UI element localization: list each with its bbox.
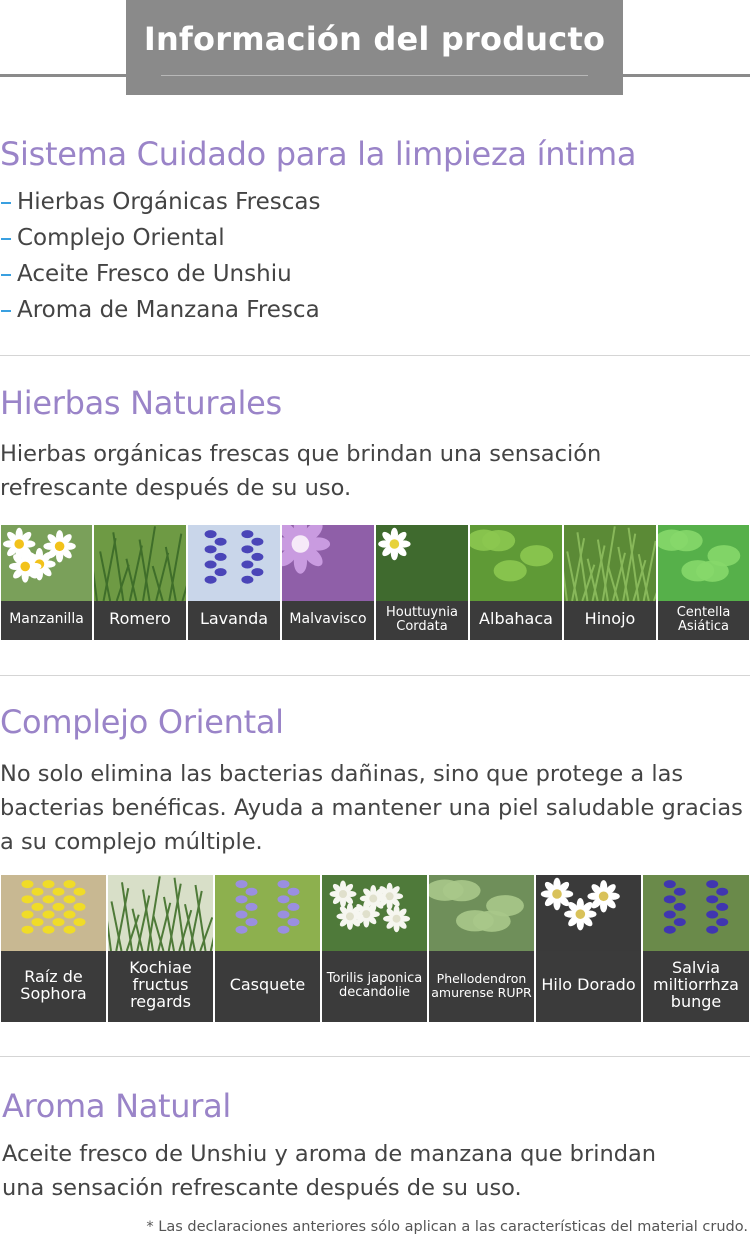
herbs-description: Hierbas orgánicas frescas que brindan un… xyxy=(0,441,602,501)
ingredient-card: Malvavisco xyxy=(281,524,375,641)
aroma-description: Aceite fresco de Unshiu y aroma de manza… xyxy=(2,1141,657,1201)
ingredient-label: Kochiae fructus regards xyxy=(129,958,192,1011)
ingredient-label: Phellodendron amurense RUPR xyxy=(431,971,532,1000)
ingredient-card: Albahaca xyxy=(469,524,563,641)
mallow-flower-icon xyxy=(282,525,374,601)
ingredient-label: Houttuynia Cordata xyxy=(386,604,458,634)
basil-leaves-icon xyxy=(470,525,562,601)
list-item: Aceite Fresco de Unshiu xyxy=(0,256,321,292)
list-item-label: Hierbas Orgánicas Frescas xyxy=(17,189,321,215)
lavender-flower-icon xyxy=(188,525,280,601)
fennel-plant-icon xyxy=(564,525,656,601)
system-title: Sistema Cuidado para la limpieza íntima xyxy=(0,135,637,173)
rosemary-plant-icon xyxy=(94,525,186,601)
ingredient-label: Centella Asiática xyxy=(676,604,731,634)
oriental-grid: Raíz de Sophora Kochiae fructus regards Ca… xyxy=(0,874,750,1023)
list-item: Complejo Oriental xyxy=(0,220,321,256)
ingredient-card: Raíz de Sophora xyxy=(0,874,107,1023)
ingredient-label: Lavanda xyxy=(199,609,269,629)
footnote: * Las declaraciones anteriores sólo apli… xyxy=(146,1219,748,1235)
skullcap-flower-icon xyxy=(215,875,320,951)
ingredient-card: Lavanda xyxy=(187,524,281,641)
header-banner: Información del producto xyxy=(126,0,623,95)
golden-thread-flower-icon xyxy=(536,875,641,951)
sophora-flower-icon xyxy=(1,875,106,951)
ingredient-label: Romero xyxy=(109,609,171,629)
ingredient-label: Manzanilla xyxy=(9,611,84,628)
ingredient-label: Torilis japonica decandolie xyxy=(326,970,423,1000)
ingredient-label: Salvia miltiorrhza bunge xyxy=(653,958,739,1011)
ingredient-card: Manzanilla xyxy=(0,524,93,641)
torilis-flower-icon xyxy=(322,875,427,951)
section-divider xyxy=(0,355,750,356)
phellodendron-branch-icon xyxy=(429,875,534,951)
aroma-title: Aroma Natural xyxy=(2,1087,232,1125)
list-item-label: Aroma de Manzana Fresca xyxy=(17,297,320,323)
centella-leaves-icon xyxy=(658,525,749,601)
ingredient-card: Romero xyxy=(93,524,187,641)
salvia-flower-icon xyxy=(643,875,749,951)
ingredient-label: Casquete xyxy=(229,975,306,995)
feature-list: Hierbas Orgánicas Frescas Complejo Orien… xyxy=(0,184,321,328)
ingredient-card: Kochiae fructus regards xyxy=(107,874,214,1023)
dash-icon xyxy=(1,273,11,276)
herbs-title: Hierbas Naturales xyxy=(0,384,282,422)
ingredient-label: Malvavisco xyxy=(289,611,367,628)
section-divider xyxy=(0,1056,750,1057)
ingredient-card: Torilis japonica decandolie xyxy=(321,874,428,1023)
section-divider xyxy=(0,675,750,676)
list-item-label: Complejo Oriental xyxy=(17,225,225,251)
dash-icon xyxy=(1,237,11,240)
ingredient-label: Hinojo xyxy=(584,609,636,629)
ingredient-label: Raíz de Sophora xyxy=(20,966,87,1003)
ingredient-card: Hinojo xyxy=(563,524,657,641)
kochia-plant-icon xyxy=(108,875,213,951)
ingredient-card: Houttuynia Cordata xyxy=(375,524,469,641)
chamomile-flower-icon xyxy=(1,525,92,601)
ingredient-card: Salvia miltiorrhza bunge xyxy=(642,874,750,1023)
herbs-grid: Manzanilla Romero Lavanda Malvavisco Houttuy… xyxy=(0,524,750,641)
ingredient-card: Casquete xyxy=(214,874,321,1023)
dash-icon xyxy=(1,201,11,204)
houttuynia-flower-icon xyxy=(376,525,468,601)
ingredient-card: Phellodendron amurense RUPR xyxy=(428,874,535,1023)
dash-icon xyxy=(1,309,11,312)
ingredient-card: Centella Asiática xyxy=(657,524,750,641)
ingredient-label: Hilo Dorado xyxy=(541,975,636,995)
header-underline xyxy=(161,75,588,76)
ingredient-label: Albahaca xyxy=(479,609,553,629)
page-title: Información del producto xyxy=(143,20,606,58)
oriental-title: Complejo Oriental xyxy=(0,703,284,741)
list-item-label: Aceite Fresco de Unshiu xyxy=(17,261,292,287)
oriental-description: No solo elimina las bacterias dañinas, s… xyxy=(0,761,743,855)
list-item: Aroma de Manzana Fresca xyxy=(0,292,321,328)
ingredient-card: Hilo Dorado xyxy=(535,874,642,1023)
list-item: Hierbas Orgánicas Frescas xyxy=(0,184,321,220)
